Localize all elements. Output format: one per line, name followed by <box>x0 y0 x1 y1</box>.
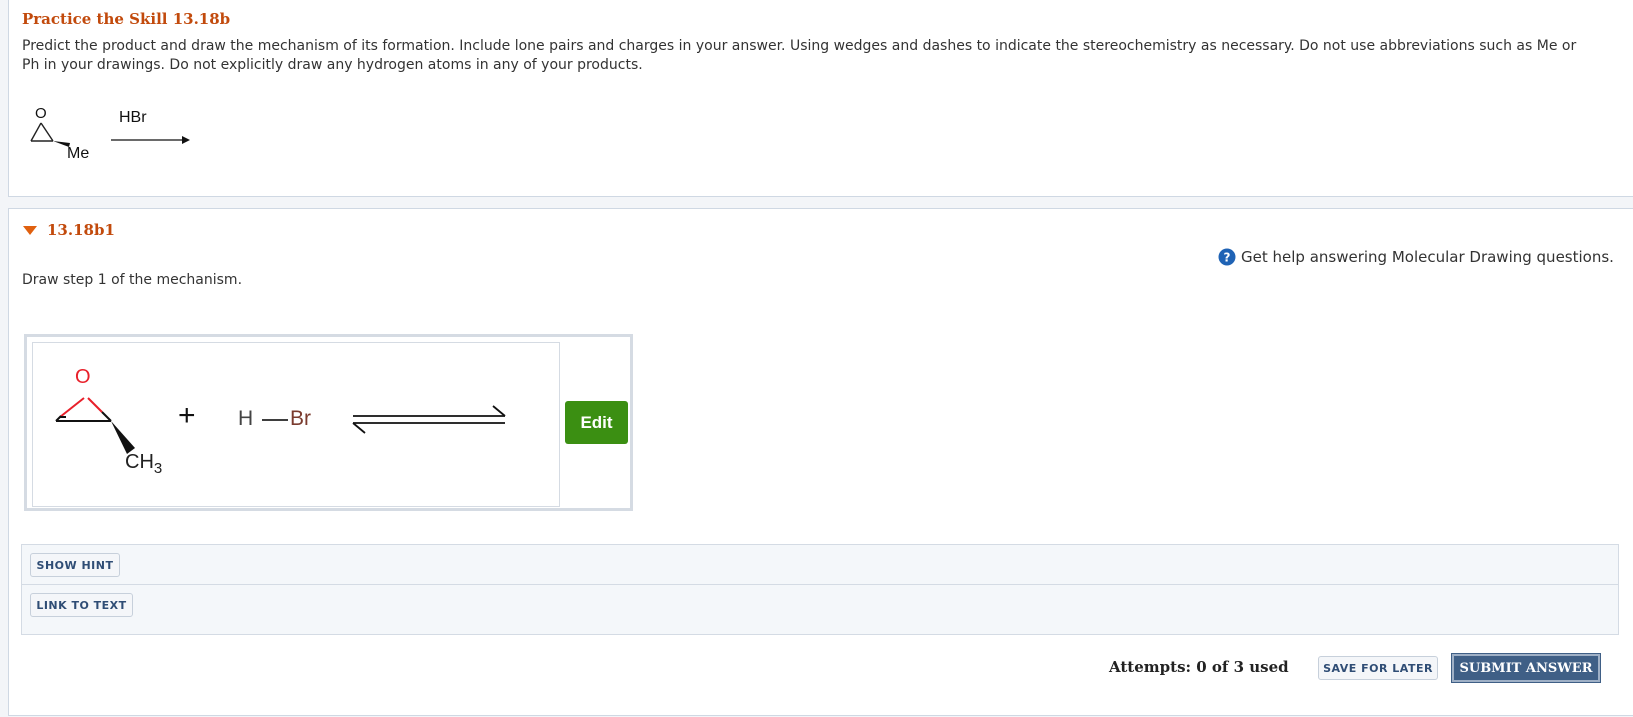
subquestion-id: 13.18b1 <box>47 221 115 239</box>
epoxide-o-c-bond-left <box>59 397 85 418</box>
save-for-later-button[interactable]: SAVE FOR LATER <box>1318 656 1438 680</box>
hint-divider <box>22 584 1618 585</box>
forward-arrowhead <box>492 405 506 417</box>
hydrogen-atom-label: H <box>238 407 254 430</box>
drawing-area: O + H Br CH3 <box>24 334 633 511</box>
epoxide-c-bond-right <box>101 411 112 422</box>
problem-panel: Practice the Skill 13.18b Predict the pr… <box>8 0 1633 197</box>
oxygen-atom-label: O <box>75 366 91 388</box>
epoxide-bond-right <box>40 122 54 142</box>
wedge-bond <box>111 421 135 454</box>
help-link-text: Get help answering Molecular Drawing que… <box>1241 248 1614 266</box>
edit-button[interactable]: Edit <box>565 401 628 444</box>
drawing-canvas[interactable]: O + H Br CH3 <box>32 342 560 507</box>
link-to-text-button[interactable]: LINK TO TEXT <box>30 593 133 617</box>
problem-instructions: Predict the product and draw the mechani… <box>22 38 1577 73</box>
methyl-ch-text: CH <box>125 451 154 473</box>
help-link[interactable]: ? Get help answering Molecular Drawing q… <box>1218 248 1614 266</box>
problem-title: Practice the Skill 13.18b <box>22 10 231 28</box>
reaction-arrowhead <box>182 136 190 144</box>
subquestion-toggle[interactable]: 13.18b1 <box>22 221 115 239</box>
triangle-down-icon <box>23 226 37 235</box>
epoxide-bond-left <box>30 122 42 142</box>
show-hint-button[interactable]: SHOW HINT <box>30 553 120 577</box>
svg-text:?: ? <box>1224 251 1231 265</box>
methyl-subscript: 3 <box>153 460 163 477</box>
hint-area <box>21 544 1619 635</box>
epoxide-oxygen-label: O <box>35 105 47 122</box>
help-icon: ? <box>1218 248 1236 266</box>
methyl-label: Me <box>67 145 90 162</box>
reverse-arrowhead <box>352 422 366 434</box>
submit-answer-button[interactable]: SUBMIT ANSWER <box>1451 653 1601 683</box>
subquestion-prompt: Draw step 1 of the mechanism. <box>22 272 243 288</box>
attempts-counter: Attempts: 0 of 3 used <box>1109 658 1289 676</box>
methyl-group-label: CH3 <box>125 451 162 477</box>
bromine-atom-label: Br <box>290 407 311 430</box>
reagent-label: HBr <box>119 109 147 126</box>
epoxide-o-c-bond-right <box>87 397 103 413</box>
plus-sign: + <box>178 399 196 432</box>
